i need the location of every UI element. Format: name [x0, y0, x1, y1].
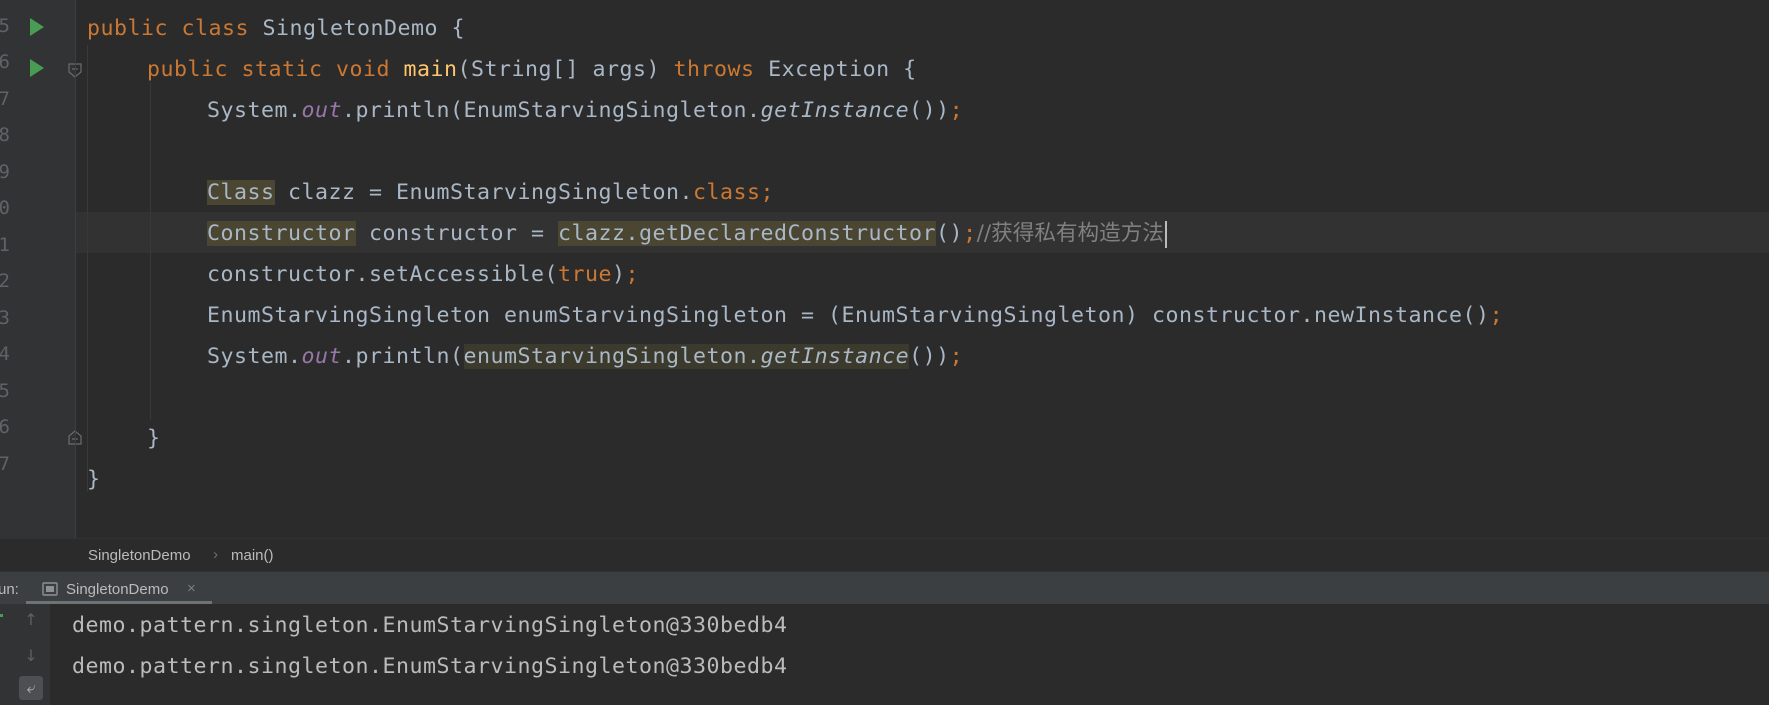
- code-line-10[interactable]: Constructor constructor = clazz.getDecla…: [207, 213, 1167, 254]
- line-number: 5: [0, 380, 10, 402]
- code-text: constructor =: [355, 221, 559, 246]
- run-icon[interactable]: [29, 17, 45, 37]
- line-number: 3: [0, 307, 10, 329]
- code-text: }: [147, 426, 161, 451]
- console-panel: ↑ ↓ ⤶ demo.pattern.singleton.EnumStarvin…: [0, 604, 1769, 705]
- code-line-15[interactable]: }: [147, 418, 161, 459]
- code-text: ()): [909, 344, 950, 369]
- semicolon: ;: [949, 344, 964, 369]
- keyword: class;: [693, 180, 775, 205]
- code-line-13[interactable]: System.out.println(enumStarvingSingleton…: [207, 336, 963, 377]
- close-icon[interactable]: ×: [187, 580, 196, 597]
- line-number: 0: [0, 197, 10, 219]
- arrow-up-icon[interactable]: ↑: [19, 608, 43, 632]
- console-output-line: demo.pattern.singleton.EnumStarvingSingl…: [72, 654, 788, 679]
- code-text: (String[] args): [457, 57, 674, 82]
- class-icon: [42, 582, 58, 596]
- breadcrumb-class[interactable]: SingletonDemo: [88, 547, 191, 564]
- gutter-separator: [75, 0, 76, 538]
- line-number: 6: [0, 416, 10, 438]
- line-number: 8: [0, 124, 10, 146]
- code-line-9[interactable]: Class clazz = EnumStarvingSingleton.clas…: [207, 172, 774, 213]
- code-text: Exception {: [768, 57, 917, 82]
- code-text: constructor.setAccessible(: [207, 262, 559, 287]
- code-line-16[interactable]: }: [87, 459, 101, 500]
- static-field: out: [301, 344, 343, 369]
- code-text: EnumStarvingSingleton enumStarvingSingle…: [207, 303, 1490, 328]
- keyword: public class: [87, 16, 263, 41]
- highlighted-type: Constructor: [207, 221, 356, 246]
- highlighted-expression: enumStarvingSingleton.getInstance: [463, 344, 910, 369]
- tab-label: SingletonDemo: [66, 581, 169, 598]
- indent-guide: [87, 45, 88, 492]
- code-text: System.: [207, 98, 302, 123]
- code-text: System.: [207, 344, 302, 369]
- code-text: ()): [909, 98, 950, 123]
- code-line-11[interactable]: constructor.setAccessible(true);: [207, 254, 639, 295]
- text-caret: [1164, 220, 1167, 248]
- editor-gutter: 5 6 7 8 9 0 1 2 3 4 5 6 7: [0, 0, 82, 538]
- line-number: 9: [0, 161, 10, 183]
- method-name: main: [403, 57, 458, 82]
- run-label: un:: [0, 581, 19, 598]
- run-tool-window-header: un: SingletonDemo × ⋮: [0, 571, 1769, 605]
- code-text: (): [936, 221, 964, 246]
- code-comment: //获得私有构造方法: [976, 221, 1164, 246]
- method-call: getInstance: [760, 344, 910, 369]
- code-text: SingletonDemo {: [262, 16, 466, 41]
- line-number: 7: [0, 453, 10, 475]
- code-text: ): [612, 262, 626, 287]
- highlighted-call: clazz.getDeclaredConstructor: [558, 221, 937, 246]
- line-number: 2: [0, 270, 10, 292]
- code-editor[interactable]: 5 6 7 8 9 0 1 2 3 4 5 6 7 public class S…: [0, 0, 1769, 538]
- semicolon: ;: [963, 221, 977, 246]
- static-field: out: [301, 98, 343, 123]
- line-number: 7: [0, 88, 10, 110]
- code-text: }: [87, 467, 101, 492]
- keyword: true: [558, 262, 613, 287]
- code-text: clazz = EnumStarvingSingleton.: [274, 180, 694, 205]
- arrow-down-icon[interactable]: ↓: [19, 644, 43, 668]
- semicolon: ;: [949, 98, 964, 123]
- console-toolbar: ↑ ↓ ⤶: [0, 604, 50, 705]
- line-number: 1: [0, 234, 10, 256]
- line-number: 5: [0, 15, 10, 37]
- code-line-5[interactable]: public class SingletonDemo {: [87, 8, 465, 49]
- code-line-7[interactable]: System.out.println(EnumStarvingSingleton…: [207, 90, 963, 131]
- console-output-line: demo.pattern.singleton.EnumStarvingSingl…: [72, 613, 788, 638]
- breadcrumb-method[interactable]: main(): [231, 547, 274, 564]
- line-number: 4: [0, 343, 10, 365]
- run-icon[interactable]: [29, 58, 45, 78]
- code-text: .println(EnumStarvingSingleton.: [342, 98, 761, 123]
- semicolon: ;: [625, 262, 640, 287]
- soft-wrap-icon[interactable]: ⤶: [19, 676, 43, 700]
- code-line-6[interactable]: public static void main(String[] args) t…: [147, 49, 917, 90]
- semicolon: ;: [1489, 303, 1504, 328]
- more-options-icon[interactable]: ⋮: [1765, 580, 1769, 598]
- keyword: throws: [673, 57, 769, 82]
- keyword: public static void: [147, 57, 404, 82]
- line-number: 6: [0, 51, 10, 73]
- method-call: getInstance: [760, 98, 910, 123]
- chevron-right-icon: ›: [213, 546, 218, 563]
- indent-guide: [150, 82, 151, 420]
- highlighted-type: Class: [207, 180, 275, 205]
- code-text: enumStarvingSingleton.: [463, 344, 761, 369]
- code-text: .println(: [342, 344, 464, 369]
- breadcrumb: SingletonDemo › main(): [0, 538, 1769, 572]
- code-line-12[interactable]: EnumStarvingSingleton enumStarvingSingle…: [207, 295, 1503, 336]
- run-status-marker: [0, 614, 3, 617]
